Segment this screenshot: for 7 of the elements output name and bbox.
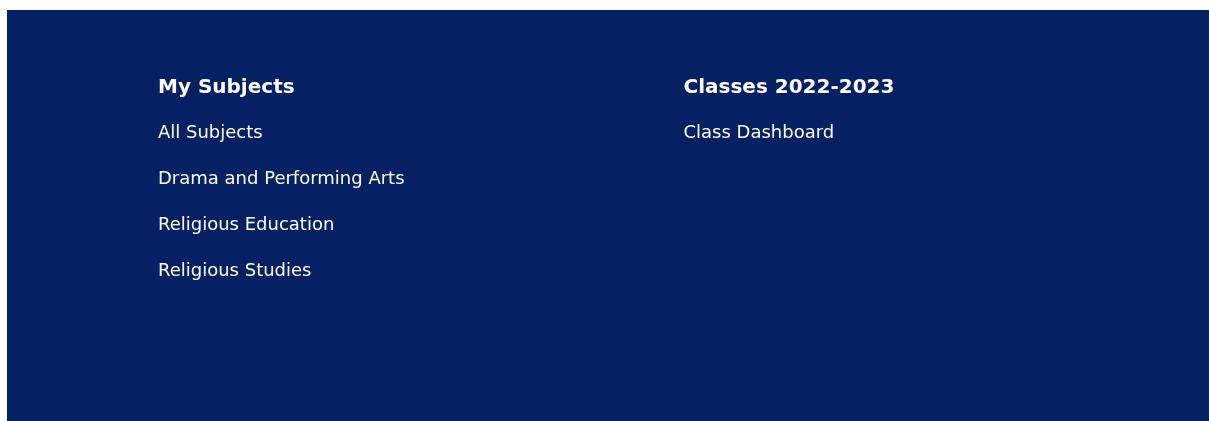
column-heading: My Subjects	[158, 73, 295, 100]
footer-link[interactable]: Drama and Performing Arts	[158, 165, 405, 191]
footer-link[interactable]: Religious Education	[158, 211, 335, 237]
column-heading: Classes 2022-2023	[683, 73, 895, 100]
footer-link[interactable]: Class Dashboard	[683, 119, 835, 145]
footer-link[interactable]: All Subjects	[158, 119, 263, 145]
footer-link[interactable]: Religious Studies	[158, 257, 312, 283]
